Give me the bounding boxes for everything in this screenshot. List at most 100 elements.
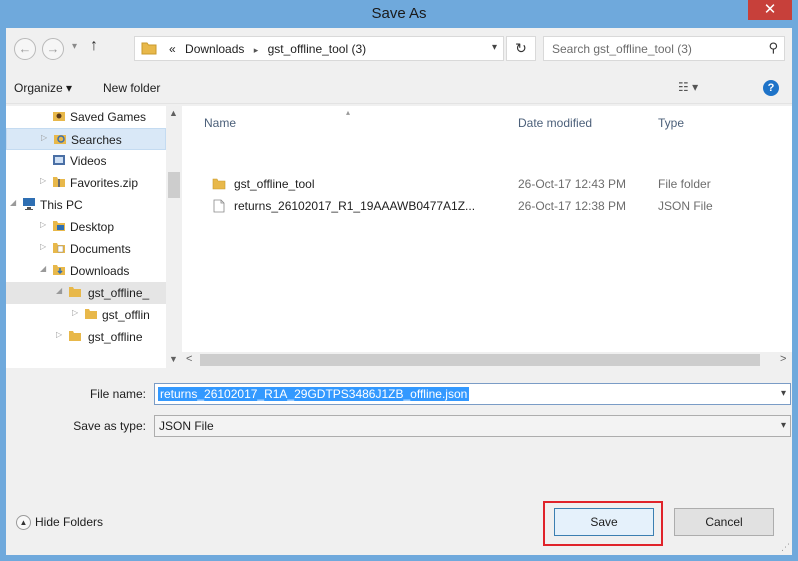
sidebar-item-gst-offline-tool[interactable]: ▷ gst_offlin xyxy=(6,304,166,326)
help-icon[interactable]: ? xyxy=(763,80,779,96)
address-row: ← → ▾ ↑ « Downloads ▸ gst_offline_tool (… xyxy=(6,28,792,70)
column-header-date-modified[interactable]: Date modified xyxy=(518,116,592,130)
breadcrumb-downloads[interactable]: Downloads xyxy=(185,42,244,56)
breadcrumb-separator[interactable]: ▸ xyxy=(254,45,259,55)
folder-icon xyxy=(69,287,81,297)
file-row[interactable]: returns_26102017_R1_19AAAWB0477A1Z... 26… xyxy=(182,196,782,216)
navigation-scrollbar[interactable]: ▲ ▼ xyxy=(166,106,182,368)
column-header-name[interactable]: Name xyxy=(204,116,236,130)
collapse-chevron-icon[interactable]: ◢ xyxy=(56,286,62,295)
computer-icon xyxy=(23,198,35,210)
expand-chevron-icon[interactable]: ▷ xyxy=(56,330,62,339)
desktop-icon xyxy=(53,221,65,231)
recent-locations-button[interactable]: ▾ xyxy=(72,41,77,52)
breadcrumb: « Downloads ▸ gst_offline_tool (3) xyxy=(169,42,372,56)
scrollbar-thumb[interactable] xyxy=(168,172,180,198)
sidebar-item-saved-games[interactable]: Saved Games xyxy=(6,106,166,128)
navigation-pane: Saved Games ▷ Searches Videos ▷ Favorite… xyxy=(6,106,182,368)
expand-chevron-icon[interactable]: ▷ xyxy=(40,242,46,251)
search-box: ⚲ xyxy=(543,36,785,61)
file-list-horizontal-scrollbar[interactable]: < > xyxy=(182,352,792,368)
sidebar-item-favorites-zip[interactable]: ▷ Favorites.zip xyxy=(6,172,166,194)
scroll-left-icon[interactable]: < xyxy=(186,353,192,365)
expand-chevron-icon[interactable]: ▷ xyxy=(41,133,47,142)
file-list-pane: ▴ Name Date modified Type gst_offline_to… xyxy=(182,106,792,368)
save-button[interactable]: Save xyxy=(554,508,654,536)
sidebar-item-label: Favorites.zip xyxy=(70,176,139,190)
sidebar-item-this-pc[interactable]: ◢ This PC xyxy=(6,194,166,216)
search-icon[interactable]: ⚲ xyxy=(768,40,778,56)
resize-grip-icon[interactable]: ⋰ xyxy=(781,542,790,553)
file-row[interactable]: gst_offline_tool 26-Oct-17 12:43 PM File… xyxy=(182,174,782,194)
close-button[interactable]: ✕ xyxy=(748,0,792,20)
dialog-client: ← → ▾ ↑ « Downloads ▸ gst_offline_tool (… xyxy=(6,28,792,555)
scroll-right-icon[interactable]: > xyxy=(780,353,786,365)
file-name-input[interactable]: returns_26102017_R1A_29GDTPS3486J1ZB_off… xyxy=(154,383,791,405)
file-type: File folder xyxy=(658,177,711,191)
cancel-button[interactable]: Cancel xyxy=(674,508,774,536)
file-type: JSON File xyxy=(658,199,713,213)
sidebar-item-label: Searches xyxy=(71,133,122,147)
search-input[interactable] xyxy=(552,40,752,58)
folder-icon xyxy=(85,309,97,319)
scroll-down-icon[interactable]: ▼ xyxy=(169,354,178,364)
sidebar-item-videos[interactable]: Videos xyxy=(6,150,166,172)
address-bar[interactable]: « Downloads ▸ gst_offline_tool (3) ▾ xyxy=(134,36,504,61)
expand-chevron-icon[interactable]: ▷ xyxy=(72,308,78,317)
back-button[interactable]: ← xyxy=(14,38,36,60)
sidebar-item-label: gst_offlin xyxy=(102,308,150,322)
view-options-button[interactable]: ☷ ▾ xyxy=(678,80,698,94)
saved-games-icon xyxy=(53,112,65,121)
sidebar-item-gst-offline-current[interactable]: ◢ gst_offline_ xyxy=(6,282,166,304)
save-as-type-select[interactable]: JSON File ▾ xyxy=(154,415,791,437)
videos-icon xyxy=(53,155,65,165)
folder-icon xyxy=(212,178,226,190)
command-bar: Organize ▾ New folder ☷ ▾ ? xyxy=(6,72,792,104)
up-button[interactable]: ↑ xyxy=(90,37,98,55)
hide-folders-button[interactable]: ▲ Hide Folders xyxy=(16,515,104,531)
sidebar-item-label: Desktop xyxy=(70,220,115,234)
searches-icon xyxy=(54,135,66,144)
forward-button[interactable]: → xyxy=(42,38,64,60)
chevron-down-icon[interactable]: ▾ xyxy=(781,388,786,399)
file-date-modified: 26-Oct-17 12:38 PM xyxy=(518,199,627,213)
save-as-dialog: Save As ✕ ← → ▾ ↑ « Downloads ▸ gst_offl… xyxy=(0,0,798,561)
hide-folders-label: Hide Folders xyxy=(35,515,104,529)
file-name-label: File name: xyxy=(89,387,146,401)
dialog-footer: ▲ Hide Folders Save Cancel ⋰ xyxy=(6,488,792,555)
file-name: gst_offline_tool xyxy=(234,177,315,191)
sidebar-item-desktop[interactable]: ▷ Desktop xyxy=(6,216,166,238)
chevron-down-icon[interactable]: ▾ xyxy=(781,420,786,431)
scrollbar-thumb[interactable] xyxy=(200,354,760,366)
sidebar-item-searches[interactable]: ▷ Searches xyxy=(6,128,166,150)
title-bar[interactable]: Save As ✕ xyxy=(0,0,798,28)
address-dropdown-icon[interactable]: ▾ xyxy=(492,42,497,53)
expand-chevron-icon[interactable]: ▷ xyxy=(40,176,46,185)
sidebar-item-label: Downloads xyxy=(70,264,130,278)
refresh-button[interactable]: ↻ xyxy=(506,36,536,61)
document-icon xyxy=(213,199,225,213)
downloads-icon xyxy=(53,265,65,275)
breadcrumb-overflow[interactable]: « xyxy=(169,42,176,56)
documents-icon xyxy=(53,243,65,253)
sidebar-item-label: Documents xyxy=(70,242,131,256)
collapse-arrow-icon: ▲ xyxy=(16,515,31,531)
expand-chevron-icon[interactable]: ▷ xyxy=(40,220,46,229)
new-folder-button[interactable]: New folder xyxy=(103,81,160,95)
sidebar-item-documents[interactable]: ▷ Documents xyxy=(6,238,166,260)
organize-button[interactable]: Organize ▾ xyxy=(14,81,72,95)
zip-folder-icon xyxy=(53,177,65,187)
collapse-chevron-icon[interactable]: ◢ xyxy=(10,198,16,207)
sidebar-item-label: This PC xyxy=(40,198,83,212)
file-name: returns_26102017_R1_19AAAWB0477A1Z... xyxy=(234,199,476,213)
breadcrumb-current-folder[interactable]: gst_offline_tool (3) xyxy=(268,42,367,56)
collapse-chevron-icon[interactable]: ◢ xyxy=(40,264,46,273)
sidebar-item-gst-offline-other[interactable]: ▷ gst_offline xyxy=(6,326,166,348)
scroll-up-icon[interactable]: ▲ xyxy=(169,108,178,118)
sidebar-item-label: Saved Games xyxy=(70,110,147,124)
folder-icon xyxy=(69,331,81,341)
sidebar-item-label: gst_offline_ xyxy=(88,286,150,300)
column-header-type[interactable]: Type xyxy=(658,116,684,130)
file-name-value: returns_26102017_R1A_29GDTPS3486J1ZB_off… xyxy=(158,387,470,401)
sidebar-item-downloads[interactable]: ◢ Downloads xyxy=(6,260,166,282)
